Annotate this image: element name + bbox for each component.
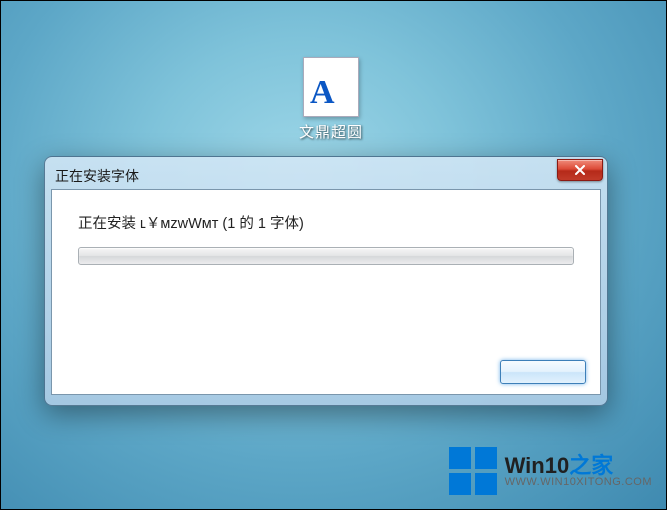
dialog-titlebar[interactable]: 正在安装字体 — [51, 163, 601, 189]
dialog-client-area: 正在安装 ʟ￥ᴍᴢᴡWᴍᴛ (1 的 1 字体) — [51, 189, 601, 395]
watermark-url: WWW.WIN10XITONG.COM — [505, 477, 652, 489]
watermark-title: Win10之家 — [505, 454, 652, 477]
windows-logo-icon — [449, 447, 497, 495]
desktop-icon-label: 文鼎超圆 — [299, 121, 363, 142]
font-file-icon: A — [303, 57, 359, 117]
watermark: Win10之家 WWW.WIN10XITONG.COM — [449, 447, 652, 495]
install-progress-bar — [78, 247, 574, 265]
desktop-background: A 文鼎超圆 正在安装字体 正在安装 ʟ￥ᴍᴢᴡWᴍᴛ (1 的 1 字体) — [0, 0, 667, 510]
desktop-font-file-icon[interactable]: A 文鼎超圆 — [291, 57, 371, 142]
install-status-text: 正在安装 ʟ￥ᴍᴢᴡWᴍᴛ (1 的 1 字体) — [78, 212, 574, 233]
install-font-dialog: 正在安装字体 正在安装 ʟ￥ᴍᴢᴡWᴍᴛ (1 的 1 字体) — [44, 156, 608, 406]
close-icon — [574, 165, 586, 175]
font-glyph: A — [310, 76, 335, 110]
close-button[interactable] — [557, 159, 603, 181]
dialog-title: 正在安装字体 — [55, 166, 139, 186]
install-action-button[interactable] — [500, 360, 586, 384]
